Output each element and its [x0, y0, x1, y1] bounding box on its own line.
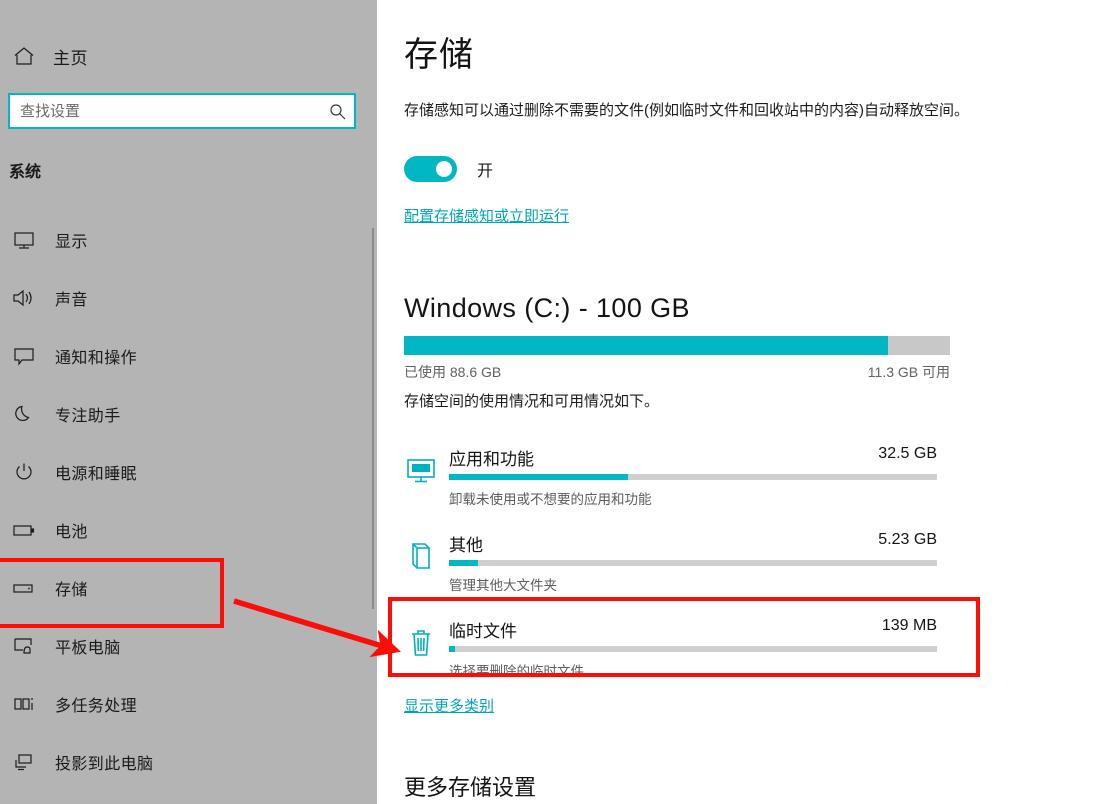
speaker-icon [9, 285, 39, 311]
category-description: 选择要删除的临时文件 [449, 664, 584, 679]
search-input[interactable] [10, 102, 320, 120]
trash-icon [404, 626, 438, 660]
sidebar-nav-list: 显示 声音 通知和操作 专注助手 电源和睡眠 电池 存储 平板电脑 多任务处理 … [0, 211, 370, 791]
multitasking-icon [9, 691, 39, 717]
more-storage-settings-title: 更多存储设置 [404, 775, 537, 800]
category-usage-fill [449, 474, 629, 480]
toggle-state-label: 开 [477, 163, 494, 180]
settings-window: 主页 系统 显示 [0, 0, 1102, 804]
sidebar-item-notifications[interactable]: 通知和操作 [0, 327, 370, 385]
sidebar-item-label: 通知和操作 [55, 350, 138, 367]
sidebar-item-focus-assist[interactable]: 专注助手 [0, 385, 370, 443]
moon-icon [9, 401, 39, 427]
power-icon [9, 459, 39, 485]
sidebar-section-title: 系统 [9, 164, 42, 181]
sidebar-item-sound[interactable]: 声音 [0, 269, 370, 327]
show-more-categories-link[interactable]: 显示更多类别 [404, 695, 494, 716]
storage-category-row-temporary-files[interactable]: 临时文件 139 MB 选择要删除的临时文件 [377, 612, 1102, 698]
storage-sense-description: 存储感知可以通过删除不需要的文件(例如临时文件和回收站中的内容)自动释放空间。 [404, 102, 969, 119]
storage-sense-toggle-row: 开 [404, 156, 493, 182]
category-usage-bar [449, 560, 937, 566]
category-description: 卸载未使用或不想要的应用和功能 [449, 492, 652, 507]
tablet-icon [9, 633, 39, 659]
storage-category-row[interactable]: 其他 5.23 GB 管理其他大文件夹 [377, 526, 1102, 612]
sidebar-item-multitasking[interactable]: 多任务处理 [0, 675, 370, 733]
sidebar-item-battery[interactable]: 电池 [0, 501, 370, 559]
sidebar-item-power-sleep[interactable]: 电源和睡眠 [0, 443, 370, 501]
search-box[interactable] [8, 93, 356, 129]
storage-category-list: 应用和功能 32.5 GB 卸载未使用或不想要的应用和功能 其他 5.23 GB… [377, 440, 1102, 698]
notification-icon [9, 343, 39, 369]
drive-usage-description: 存储空间的使用情况和可用情况如下。 [404, 393, 660, 410]
settings-sidebar: 主页 系统 显示 [0, 0, 377, 804]
drive-title: Windows (C:) - 100 GB [404, 293, 690, 323]
category-size: 32.5 GB [878, 445, 937, 462]
drive-free-label: 11.3 GB 可用 [867, 364, 950, 380]
page-title: 存储 [404, 36, 474, 74]
category-usage-bar [449, 474, 937, 480]
sidebar-home-label: 主页 [53, 48, 88, 68]
battery-icon [9, 517, 39, 543]
sidebar-item-home[interactable]: 主页 [0, 36, 340, 76]
category-usage-bar [449, 646, 937, 652]
toggle-knob [436, 161, 452, 177]
sidebar-item-label: 专注助手 [55, 408, 121, 425]
apps-monitor-icon [404, 454, 438, 488]
drive-usage-bar [404, 336, 950, 355]
sidebar-item-display[interactable]: 显示 [0, 211, 370, 269]
sidebar-item-label: 投影到此电脑 [55, 756, 154, 773]
category-size: 5.23 GB [878, 531, 937, 548]
storage-settings-panel: 存储 存储感知可以通过删除不需要的文件(例如临时文件和回收站中的内容)自动释放空… [377, 0, 1102, 804]
configure-storage-sense-link[interactable]: 配置存储感知或立即运行 [404, 205, 569, 226]
sidebar-item-projecting[interactable]: 投影到此电脑 [0, 733, 370, 791]
sidebar-item-tablet[interactable]: 平板电脑 [0, 617, 370, 675]
storage-icon [9, 575, 39, 601]
sidebar-item-label: 存储 [55, 582, 88, 599]
sidebar-item-label: 声音 [55, 292, 88, 309]
home-icon [9, 43, 39, 69]
storage-sense-toggle[interactable] [404, 156, 457, 182]
folder-icon [404, 540, 438, 574]
sidebar-item-label: 多任务处理 [55, 698, 138, 715]
sidebar-item-label: 电池 [55, 524, 88, 541]
project-icon [9, 749, 39, 775]
storage-category-row[interactable]: 应用和功能 32.5 GB 卸载未使用或不想要的应用和功能 [377, 440, 1102, 526]
search-icon[interactable] [320, 103, 354, 120]
category-usage-fill [449, 646, 455, 652]
sidebar-item-label: 显示 [55, 234, 88, 251]
monitor-icon [9, 227, 39, 253]
sidebar-scrollbar[interactable] [372, 228, 374, 609]
category-usage-fill [449, 560, 478, 566]
sidebar-item-label: 电源和睡眠 [55, 466, 138, 483]
sidebar-item-label: 平板电脑 [55, 640, 121, 657]
category-size: 139 MB [881, 617, 937, 634]
drive-usage-fill [404, 336, 888, 355]
sidebar-item-storage[interactable]: 存储 [0, 559, 370, 617]
category-description: 管理其他大文件夹 [449, 578, 557, 593]
